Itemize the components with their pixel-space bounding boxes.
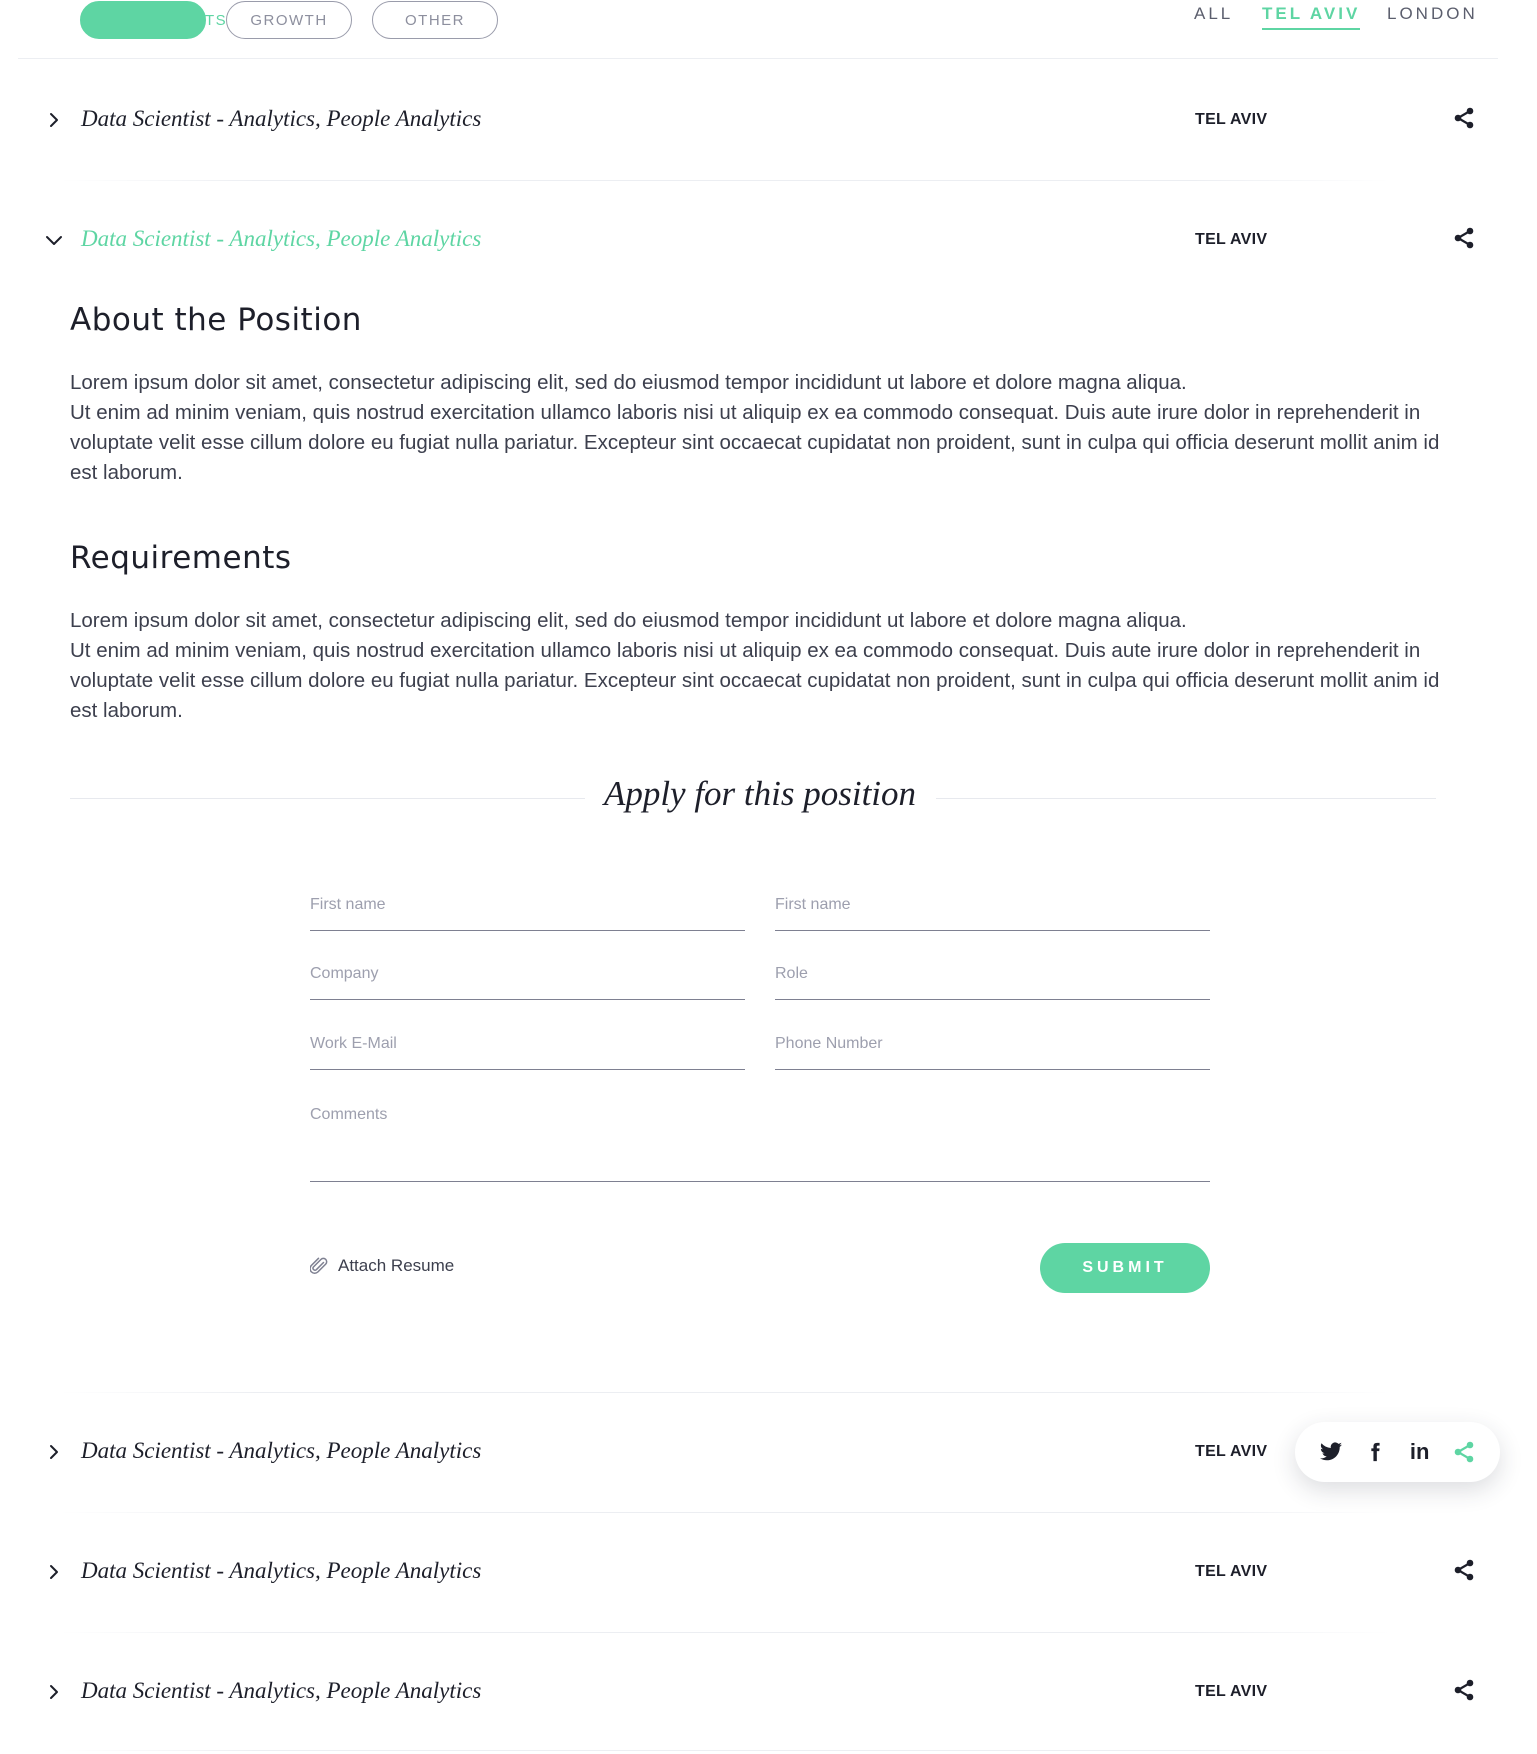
- job-row-expanded[interactable]: Data Scientist - Analytics, People Analy…: [0, 210, 1537, 270]
- location-tab-tel-aviv[interactable]: TEL AVIV: [1262, 4, 1361, 30]
- chevron-right-icon: [50, 1445, 58, 1459]
- job-location: TEL AVIV: [1195, 111, 1268, 128]
- share-icon[interactable]: [1452, 226, 1476, 250]
- share-icon[interactable]: [1452, 1678, 1476, 1702]
- category-pill-other[interactable]: OTHER: [372, 1, 498, 39]
- row-divider: [60, 180, 1390, 181]
- facebook-icon[interactable]: [1362, 1439, 1388, 1465]
- comments-field[interactable]: [310, 1106, 1210, 1182]
- twitter-icon[interactable]: [1318, 1439, 1344, 1465]
- about-heading: About the Position: [70, 302, 362, 338]
- share-icon[interactable]: [1452, 1558, 1476, 1582]
- filter-bar: TS GROWTH OTHER ALL TEL AVIV LONDON: [0, 0, 1537, 60]
- attach-resume-label: Attach Resume: [338, 1256, 455, 1275]
- job-title[interactable]: Data Scientist - Analytics, People Analy…: [81, 106, 481, 132]
- row-divider: [60, 1750, 1390, 1751]
- filter-bar-divider: [18, 58, 1498, 59]
- submit-button[interactable]: SUBMIT: [1040, 1243, 1210, 1293]
- job-title[interactable]: Data Scientist - Analytics, People Analy…: [81, 226, 481, 252]
- location-tab-all[interactable]: ALL: [1194, 4, 1233, 24]
- about-paragraph-1: Lorem ipsum dolor sit amet, consectetur …: [70, 371, 1187, 394]
- job-title[interactable]: Data Scientist - Analytics, People Analy…: [81, 1438, 481, 1464]
- linkedin-icon[interactable]: in: [1407, 1439, 1433, 1465]
- category-pill-active-text: TS: [205, 12, 228, 29]
- chevron-right-icon: [50, 113, 58, 127]
- chevron-down-icon: [46, 236, 62, 245]
- phone-number-field[interactable]: [775, 1030, 1210, 1070]
- job-location: TEL AVIV: [1195, 1443, 1268, 1460]
- category-pill-growth-label: GROWTH: [250, 11, 328, 29]
- row-divider: [60, 1392, 1390, 1393]
- row-divider: [60, 1512, 1390, 1513]
- apply-divider-left: [70, 798, 585, 799]
- category-pill-other-label: OTHER: [405, 11, 465, 29]
- paperclip-icon: [310, 1257, 328, 1274]
- work-email-field[interactable]: [310, 1030, 745, 1070]
- requirements-body: Lorem ipsum dolor sit amet, consectetur …: [70, 606, 1470, 726]
- job-title[interactable]: Data Scientist - Analytics, People Analy…: [81, 1678, 481, 1704]
- job-location: TEL AVIV: [1195, 231, 1268, 248]
- job-row[interactable]: Data Scientist - Analytics, People Analy…: [0, 1662, 1537, 1722]
- category-pill-growth[interactable]: GROWTH: [226, 1, 352, 39]
- row-divider: [60, 1632, 1390, 1633]
- share-popover: in: [1295, 1422, 1500, 1482]
- job-row[interactable]: Data Scientist - Analytics, People Analy…: [0, 1542, 1537, 1602]
- job-title[interactable]: Data Scientist - Analytics, People Analy…: [81, 1558, 481, 1584]
- about-body: Lorem ipsum dolor sit amet, consectetur …: [70, 368, 1470, 488]
- requirements-paragraph-1: Lorem ipsum dolor sit amet, consectetur …: [70, 609, 1187, 632]
- location-tab-london[interactable]: LONDON: [1387, 4, 1478, 24]
- apply-divider-right: [936, 798, 1436, 799]
- first-name-field[interactable]: [310, 891, 745, 931]
- attach-resume-button[interactable]: Attach Resume: [310, 1256, 454, 1276]
- apply-title: Apply for this position: [603, 774, 917, 813]
- category-pill-active[interactable]: [80, 1, 206, 39]
- job-location: TEL AVIV: [1195, 1563, 1268, 1580]
- job-location: TEL AVIV: [1195, 1683, 1268, 1700]
- job-row[interactable]: Data Scientist - Analytics, People Analy…: [0, 90, 1537, 150]
- chevron-right-icon: [50, 1685, 58, 1699]
- share-icon-active[interactable]: [1451, 1439, 1477, 1465]
- second-name-field[interactable]: [775, 891, 1210, 931]
- about-paragraph-2: Ut enim ad minim veniam, quis nostrud ex…: [70, 401, 1440, 484]
- company-field[interactable]: [310, 960, 745, 1000]
- requirements-paragraph-2: Ut enim ad minim veniam, quis nostrud ex…: [70, 639, 1440, 722]
- share-icon[interactable]: [1452, 106, 1476, 130]
- role-field[interactable]: [775, 960, 1210, 1000]
- chevron-right-icon: [50, 1565, 58, 1579]
- requirements-heading: Requirements: [70, 540, 292, 576]
